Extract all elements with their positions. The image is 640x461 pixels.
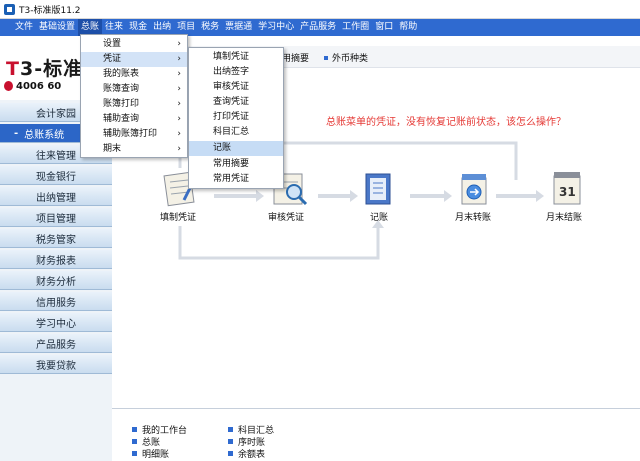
submenu-item-fill-voucher[interactable]: 填制凭证 <box>189 50 283 65</box>
return-line-bottom <box>178 226 380 260</box>
flow-label-audit-voucher: 审核凭证 <box>268 213 305 223</box>
menu-basic-settings[interactable]: 基础设置 <box>36 19 78 36</box>
hotline-number: 4006 60 <box>16 81 62 92</box>
title-bar: T3-标准版11.2 <box>0 0 640 19</box>
submenu-item-audit-voucher[interactable]: 审核凭证 <box>189 80 283 95</box>
arrow-right-icon <box>318 190 358 202</box>
menu-learning[interactable]: 学习中心 <box>255 19 297 36</box>
sidebar-item-learning[interactable]: 学习中心 <box>0 313 112 332</box>
submenu-item-query-voucher[interactable]: 查询凭证 <box>189 95 283 110</box>
menu-tax[interactable]: 税务 <box>198 19 222 36</box>
quick-links-panel: 我的工作台 总账 明细账 科目汇总 序时账 余额表 <box>112 408 640 461</box>
collapse-icon: - <box>14 127 19 139</box>
menu-item-aux-print[interactable]: 辅助账簿打印 › <box>81 127 187 142</box>
flow-label-posting: 记账 <box>370 213 389 223</box>
flow-label-month-end-transfer: 月末转账 <box>455 213 492 223</box>
submenu-item-account-summary[interactable]: 科目汇总 <box>189 125 283 140</box>
bullet-icon <box>132 451 137 456</box>
toolbar-common-summary[interactable]: 用摘要 <box>282 51 309 64</box>
month-end-transfer-icon <box>461 174 487 205</box>
submenu-item-common-voucher[interactable]: 常用凭证 <box>189 172 283 187</box>
sidebar-item-tax[interactable]: 税务管家 <box>0 229 112 248</box>
menu-item-my-reports[interactable]: 我的账表 › <box>81 67 187 82</box>
chevron-right-icon: › <box>177 54 181 64</box>
bullet-icon <box>132 439 137 444</box>
sidebar-item-products[interactable]: 产品服务 <box>0 334 112 353</box>
logo-text: T3-标准 <box>6 58 84 80</box>
bullet-icon <box>324 55 328 60</box>
window-title: T3-标准版11.2 <box>19 5 81 16</box>
link-detail-ledger[interactable]: 明细账 <box>132 447 169 460</box>
arrow-right-icon <box>410 190 452 202</box>
bullet-icon <box>228 439 233 444</box>
sidebar-item-cash-bank[interactable]: 现金银行 <box>0 166 112 185</box>
sidebar-item-project[interactable]: 项目管理 <box>0 208 112 227</box>
voucher-submenu: 填制凭证 出纳签字 审核凭证 查询凭证 打印凭证 科目汇总 记账 常用摘要 常用… <box>188 47 284 189</box>
app-icon <box>4 3 15 15</box>
bullet-icon <box>228 427 233 432</box>
flow-label-month-end-close: 月末结账 <box>546 213 583 223</box>
chevron-right-icon: › <box>177 99 181 109</box>
menu-item-ledger-query[interactable]: 账簿查询 › <box>81 82 187 97</box>
chevron-right-icon: › <box>177 69 181 79</box>
sidebar-item-loan[interactable]: 我要贷款 <box>0 355 112 374</box>
arrow-right-icon <box>496 190 544 202</box>
sidebar-item-cashier[interactable]: 出纳管理 <box>0 187 112 206</box>
menu-help[interactable]: 帮助 <box>396 19 420 36</box>
chevron-right-icon: › <box>177 129 181 139</box>
sidebar-item-financial-analysis[interactable]: 财务分析 <box>0 271 112 290</box>
month-end-close-icon: 31 <box>553 172 581 205</box>
flow-label-fill-voucher: 填制凭证 <box>160 213 197 223</box>
calendar-day-mark: 31 <box>559 185 576 199</box>
menu-item-settings[interactable]: 设置 › <box>81 37 187 52</box>
chevron-right-icon: › <box>177 144 181 154</box>
menu-item-voucher[interactable]: 凭证 › <box>81 52 187 67</box>
submenu-item-posting[interactable]: 记账 <box>189 141 283 156</box>
menu-file[interactable]: 文件 <box>12 19 36 36</box>
menu-products[interactable]: 产品服务 <box>297 19 339 36</box>
menu-item-ledger-print[interactable]: 账簿打印 › <box>81 97 187 112</box>
bullet-icon <box>132 427 137 432</box>
arrow-right-icon <box>214 190 264 202</box>
menu-window[interactable]: 窗口 <box>372 19 396 36</box>
submenu-item-cashier-sign[interactable]: 出纳签字 <box>189 65 283 80</box>
link-balance-sheet[interactable]: 余额表 <box>228 447 265 460</box>
sidebar-item-financial-reports[interactable]: 财务报表 <box>0 250 112 269</box>
menu-workcircle[interactable]: 工作圈 <box>339 19 372 36</box>
posting-icon <box>365 173 391 205</box>
chevron-right-icon: › <box>177 39 181 49</box>
chevron-right-icon: › <box>177 114 181 124</box>
submenu-item-common-summary[interactable]: 常用摘要 <box>189 157 283 172</box>
general-ledger-menu: 设置 › 凭证 › 我的账表 › 账簿查询 › 账簿打印 › 辅助查询 › 辅助账簿打印 › … <box>80 34 188 158</box>
menu-invoice[interactable]: 票据通 <box>222 19 255 36</box>
toolbar-currency[interactable]: 外币种类 <box>324 51 368 64</box>
phone-icon <box>4 81 13 91</box>
bullet-icon <box>228 451 233 456</box>
chevron-right-icon: › <box>177 84 181 94</box>
menu-item-period-end[interactable]: 期末 › <box>81 142 187 157</box>
sidebar-item-credit[interactable]: 信用服务 <box>0 292 112 311</box>
menu-item-aux-query[interactable]: 辅助查询 › <box>81 112 187 127</box>
submenu-item-print-voucher[interactable]: 打印凭证 <box>189 110 283 125</box>
